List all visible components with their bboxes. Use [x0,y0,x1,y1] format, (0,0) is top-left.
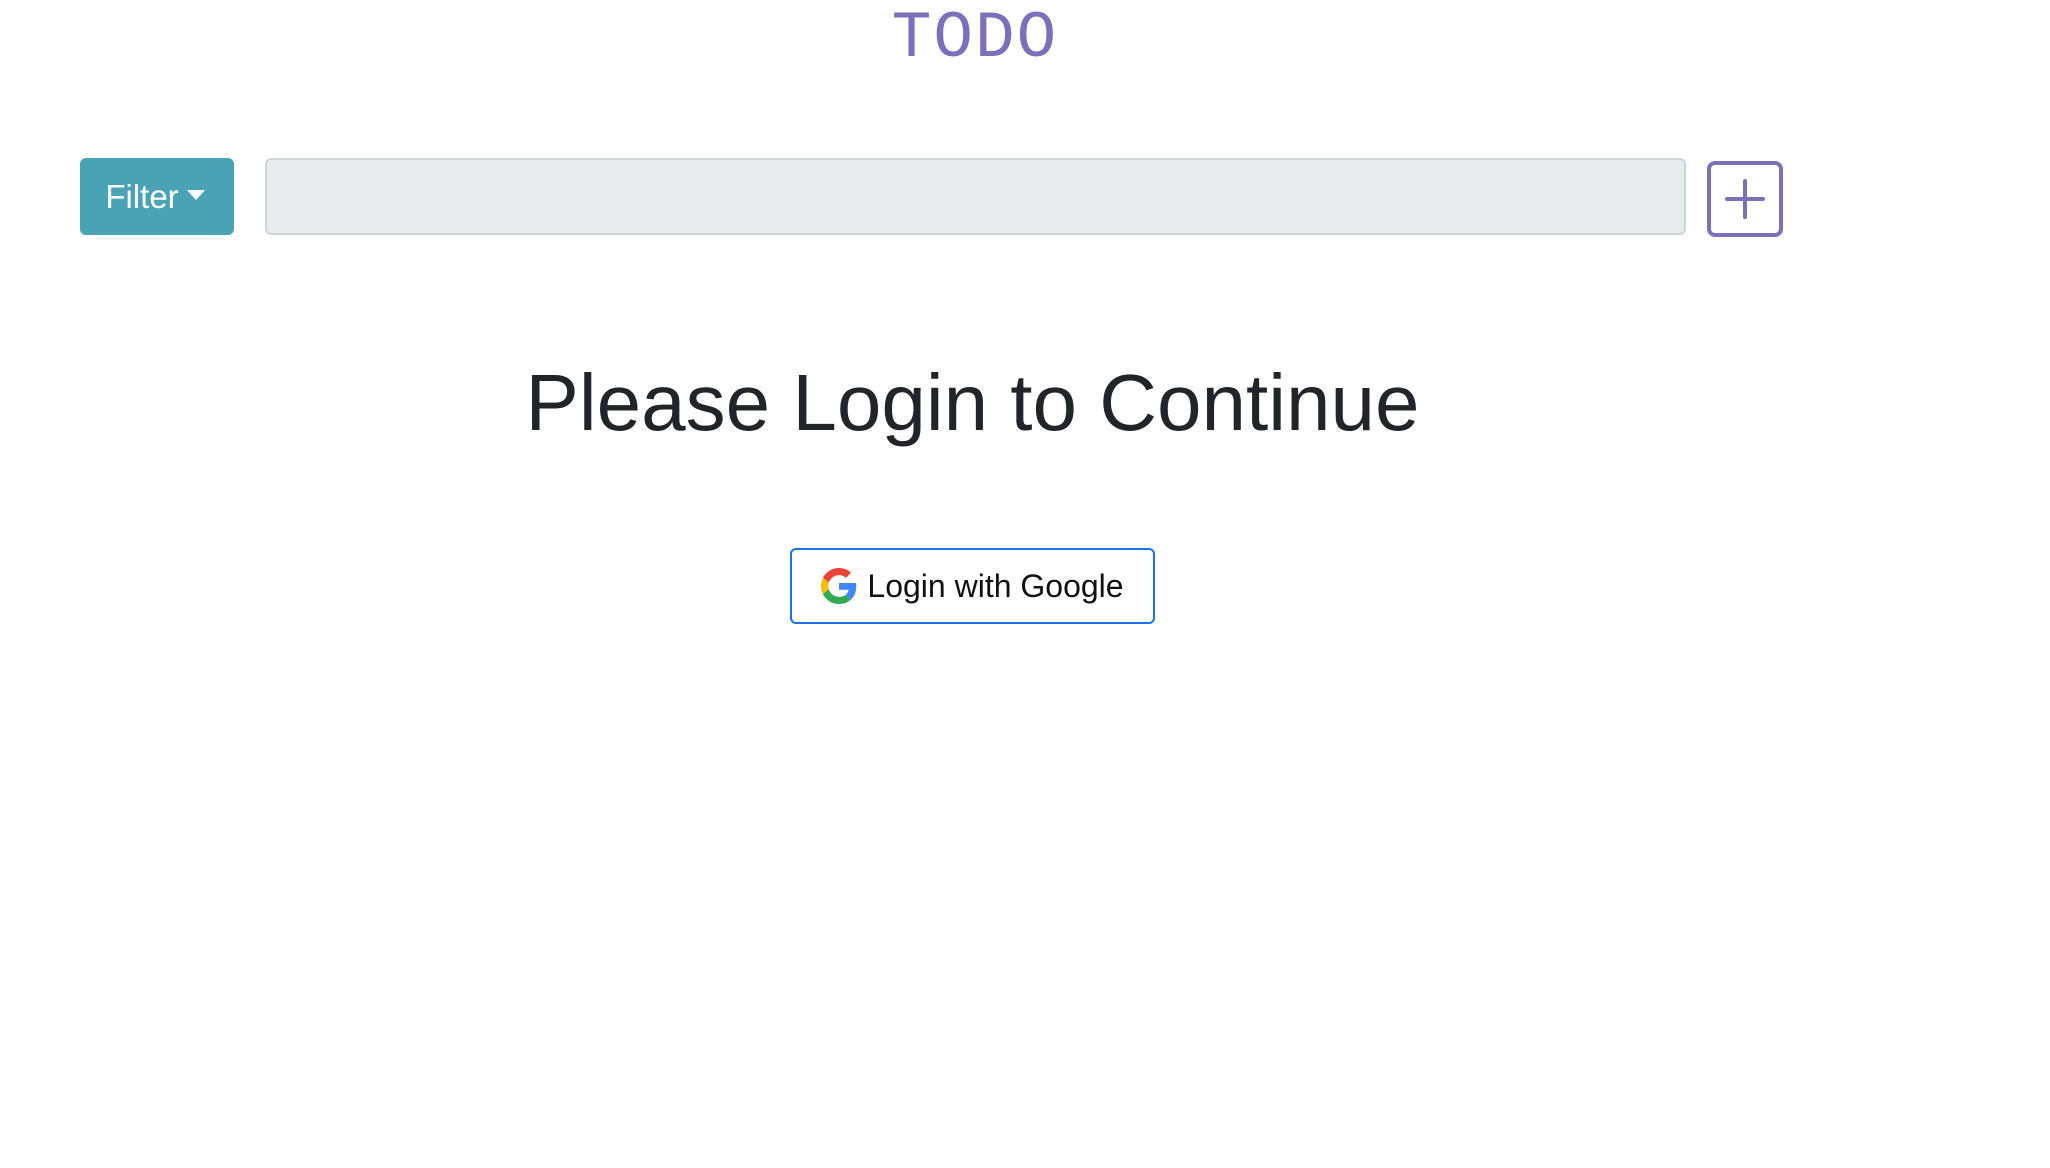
caret-down-icon [186,189,205,200]
filter-dropdown-button[interactable]: Filter [80,158,234,235]
google-icon [821,568,857,604]
login-button-label: Login with Google [867,567,1124,604]
page: TODO Filter Please Login to Continue Log… [0,0,2050,1168]
task-input[interactable] [265,158,1686,235]
login-with-google-button[interactable]: Login with Google [790,548,1155,624]
login-prompt-heading: Please Login to Continue [525,358,1420,447]
filter-button-label: Filter [105,177,179,215]
plus-icon [1725,179,1765,219]
add-task-button[interactable] [1707,161,1783,237]
app-title: TODO [891,1,1059,76]
